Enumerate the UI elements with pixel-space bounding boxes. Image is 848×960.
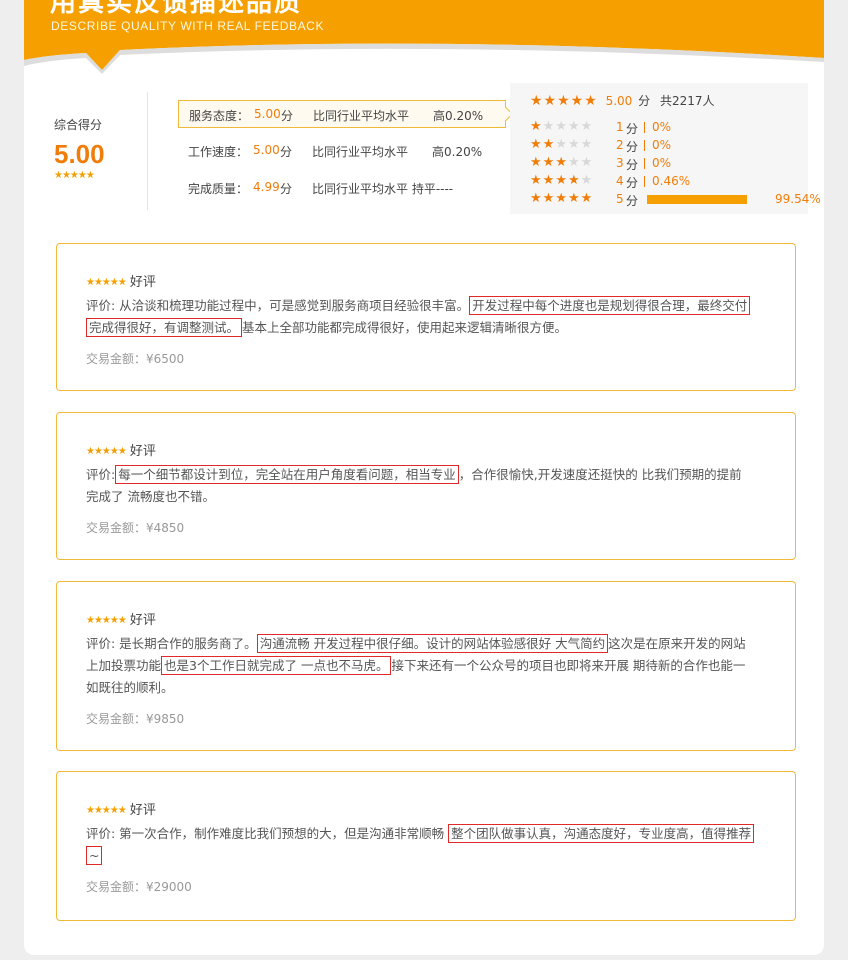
review-stars-icon: ★★★★★ bbox=[86, 805, 127, 816]
row-level: 4 bbox=[616, 174, 624, 188]
row-separator bbox=[644, 140, 645, 151]
review-highlight: 每一个细节都设计到位，完全站在用户角度看问题，相当专业 bbox=[115, 465, 459, 484]
metric-value: 5.00 bbox=[253, 143, 280, 157]
review-card: ★★★★★ 好评评价: 每一个细节都设计到位，完全站在用户角度看问题，相当专业 ，合作… bbox=[56, 412, 796, 560]
banner-subtitle: DESCRIBE QUALITY WITH REAL FEEDBACK bbox=[51, 19, 325, 33]
metric-label: 服务态度： bbox=[189, 109, 250, 123]
metric-label: 完成质量： bbox=[188, 182, 249, 196]
row-percent: 0.46% bbox=[652, 174, 691, 188]
metric-compare: 比同行业平均水平 持平---- bbox=[312, 182, 454, 196]
divider bbox=[147, 92, 148, 210]
review-highlight: 也是3个工作日就完成了 一点也不马虎。 bbox=[161, 656, 392, 675]
metric-value: 5.00 bbox=[254, 107, 281, 121]
summary-unit: 分 bbox=[638, 94, 651, 108]
metric-rate: 高0.20% bbox=[433, 109, 484, 123]
review-header: ★★★★★ 好评 bbox=[86, 609, 156, 628]
metric-label: 工作速度： bbox=[188, 145, 249, 159]
header-banner: 用真实反馈描述品质 DESCRIBE QUALITY WITH REAL FEE… bbox=[24, 0, 824, 80]
review-amount: 交易金额：¥29000 bbox=[86, 880, 192, 894]
feedback-card: 用真实反馈描述品质 DESCRIBE QUALITY WITH REAL FEE… bbox=[24, 0, 824, 955]
summary-stars-icon: ★★★★★ bbox=[530, 93, 598, 109]
row-stars-icon: ★★★★★ bbox=[530, 191, 594, 206]
review-card: ★★★★★ 好评评价: 是长期合作的服务商了。 沟通流畅 开发过程中很仔细。设计的网… bbox=[56, 581, 796, 751]
row-percent: 0% bbox=[652, 156, 672, 170]
row-level: 1 bbox=[616, 120, 624, 134]
metric-compare: 比同行业平均水平 bbox=[312, 145, 409, 159]
row-separator bbox=[644, 176, 645, 187]
overall-label: 综合得分 bbox=[54, 118, 103, 132]
metric-unit: 分 bbox=[281, 109, 294, 123]
row-progress-bar bbox=[647, 195, 747, 204]
row-separator bbox=[644, 122, 645, 133]
row-unit: 分 bbox=[626, 194, 639, 208]
review-header: ★★★★★ 好评 bbox=[86, 271, 156, 290]
metric-quality: 完成质量： 4.99 分 比同行业平均水平 持平---- bbox=[178, 174, 504, 200]
review-text: 评价: 是长期合作的服务商了。 沟通流畅 开发过程中很仔细。设计的网站体验感很好 … bbox=[86, 633, 754, 699]
metric-compare: 比同行业平均水平 bbox=[313, 109, 410, 123]
review-stars-icon: ★★★★★ bbox=[86, 277, 127, 288]
row-unit: 分 bbox=[626, 158, 639, 172]
review-rating: 好评 bbox=[129, 275, 156, 290]
review-rating: 好评 bbox=[129, 613, 156, 628]
metric-rate: 高0.20% bbox=[432, 145, 483, 159]
summary-score: 5.00 bbox=[605, 94, 633, 108]
metric-unit: 分 bbox=[280, 145, 293, 159]
banner-title: 用真实反馈描述品质 bbox=[50, 0, 303, 18]
review-segment: 基本上全部功能都完成得很好，使用起来逻辑清晰很方便。 bbox=[242, 320, 568, 335]
metric-unit: 分 bbox=[280, 182, 293, 196]
row-level: 5 bbox=[616, 192, 624, 206]
review-segment: 评价: bbox=[86, 467, 116, 482]
review-segment: 评价: 第一次合作，制作难度比我们预想的大，但是沟通非常顺畅 bbox=[86, 826, 449, 841]
row-percent: 0% bbox=[652, 138, 672, 152]
review-amount: 交易金额：¥6500 bbox=[86, 352, 185, 366]
review-stars-icon: ★★★★★ bbox=[86, 615, 127, 626]
rating-distribution: ★★★★★ 5.00 分 共2217人 ★★★★★ 1 分 0% ★★★★★ 2 分 0% ★★… bbox=[510, 83, 821, 214]
review-header: ★★★★★ 好评 bbox=[86, 440, 156, 459]
review-amount: 交易金额：¥9850 bbox=[86, 712, 185, 726]
overall-score-block: 综合得分 5.00 ★★★★★ bbox=[54, 116, 124, 181]
review-header: ★★★★★ 好评 bbox=[86, 799, 156, 818]
row-percent: 0% bbox=[652, 120, 672, 134]
row-stars-icon: ★★★★★ bbox=[530, 173, 594, 188]
row-stars-icon: ★★★★★ bbox=[530, 137, 594, 152]
row-unit: 分 bbox=[626, 176, 639, 190]
row-percent: 99.54% bbox=[775, 192, 821, 206]
row-stars-icon: ★★★★★ bbox=[530, 155, 594, 170]
distribution-summary: ★★★★★ 5.00 分 共2217人 bbox=[530, 92, 715, 109]
review-rating: 好评 bbox=[129, 803, 156, 818]
row-unit: 分 bbox=[626, 140, 639, 154]
row-separator bbox=[644, 158, 645, 169]
review-card: ★★★★★ 好评评价: 第一次合作，制作难度比我们预想的大，但是沟通非常顺畅 整个… bbox=[56, 771, 796, 921]
overall-score: 5.00 bbox=[54, 139, 105, 169]
metric-value: 4.99 bbox=[253, 180, 280, 194]
row-level: 2 bbox=[616, 138, 624, 152]
review-card: ★★★★★ 好评评价: 从洽谈和梳理功能过程中，可是感觉到服务商项目经验很丰富。开… bbox=[56, 243, 796, 391]
row-level: 3 bbox=[616, 156, 624, 170]
review-stars-icon: ★★★★★ bbox=[86, 446, 127, 457]
review-rating: 好评 bbox=[129, 444, 156, 459]
review-segment: 评价: 从洽谈和梳理功能过程中，可是感觉到服务商项目经验很丰富。 bbox=[86, 298, 470, 313]
overall-stars-icon: ★★★★★ bbox=[54, 170, 95, 181]
summary-total: 共2217人 bbox=[659, 94, 715, 108]
metric-speed: 工作速度： 5.00 分 比同行业平均水平 高0.20% bbox=[178, 137, 504, 163]
review-text: 评价: 从洽谈和梳理功能过程中，可是感觉到服务商项目经验很丰富。 开发过程中每个进… bbox=[86, 295, 754, 339]
row-stars-icon: ★★★★★ bbox=[530, 119, 594, 134]
review-text: 评价: 第一次合作，制作难度比我们预想的大，但是沟通非常顺畅 整个团队做事认真，… bbox=[86, 823, 755, 867]
review-text: 评价: 每一个细节都设计到位，完全站在用户角度看问题，相当专业 ，合作很愉快,开发速… bbox=[86, 464, 754, 508]
review-segment: 评价: 是长期合作的服务商了。 bbox=[86, 636, 257, 651]
review-amount: 交易金额：¥4850 bbox=[86, 521, 185, 535]
row-unit: 分 bbox=[626, 122, 639, 136]
review-highlight: 沟通流畅 开发过程中很仔细。设计的网站体验感很好 大气简约 bbox=[256, 634, 609, 653]
metric-service: 服务态度： 5.00 分 比同行业平均水平 高0.20% bbox=[178, 100, 514, 128]
